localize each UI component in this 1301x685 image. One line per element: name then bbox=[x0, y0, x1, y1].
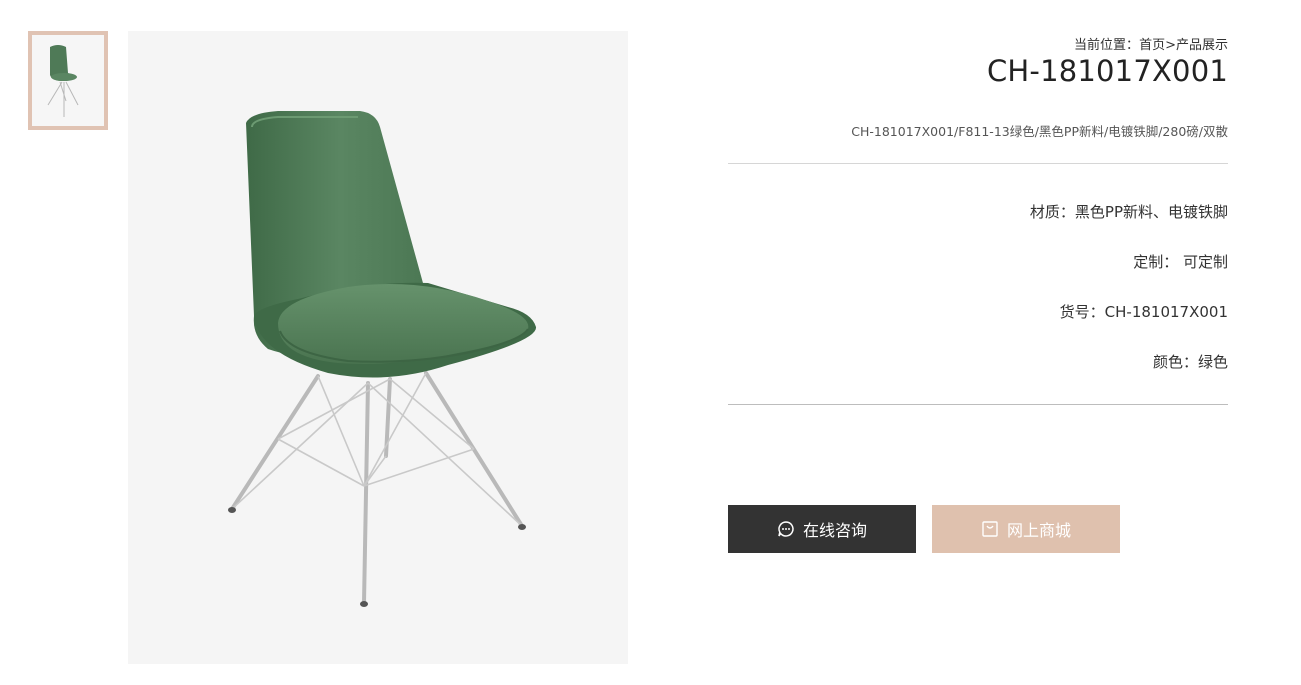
online-consult-button[interactable]: 在线咨询 bbox=[728, 505, 916, 553]
chat-bubble-icon bbox=[777, 520, 795, 538]
divider bbox=[728, 163, 1228, 164]
spec-customization: 定制： 可定制 bbox=[1133, 253, 1228, 271]
product-title: CH-181017X001 bbox=[986, 54, 1228, 88]
breadcrumb-home-link[interactable]: 首页 bbox=[1139, 38, 1165, 53]
shopping-bag-icon bbox=[981, 520, 999, 538]
product-thumbnail[interactable] bbox=[28, 31, 108, 130]
chair-thumbnail-image bbox=[32, 35, 104, 126]
online-shop-label: 网上商城 bbox=[1006, 521, 1071, 540]
online-shop-button[interactable]: 网上商城 bbox=[932, 505, 1120, 553]
breadcrumb: 当前位置：首页>产品展示 bbox=[1074, 34, 1228, 53]
breadcrumb-prefix: 当前位置： bbox=[1074, 38, 1140, 53]
breadcrumb-separator: > bbox=[1165, 38, 1176, 53]
spec-material: 材质：黑色PP新料、电镀铁脚 bbox=[1029, 203, 1228, 221]
green-chair-image bbox=[228, 111, 537, 607]
product-description: CH-181017X001/F811-13绿色/黑色PP新料/电镀铁脚/280磅… bbox=[851, 124, 1228, 139]
breadcrumb-current-link[interactable]: 产品展示 bbox=[1176, 38, 1228, 53]
spec-color: 颜色：绿色 bbox=[1152, 353, 1228, 371]
divider bbox=[728, 404, 1228, 405]
spec-item-number: 货号：CH-181017X001 bbox=[1059, 303, 1228, 321]
online-consult-label: 在线咨询 bbox=[802, 521, 867, 540]
product-main-image bbox=[128, 31, 628, 664]
